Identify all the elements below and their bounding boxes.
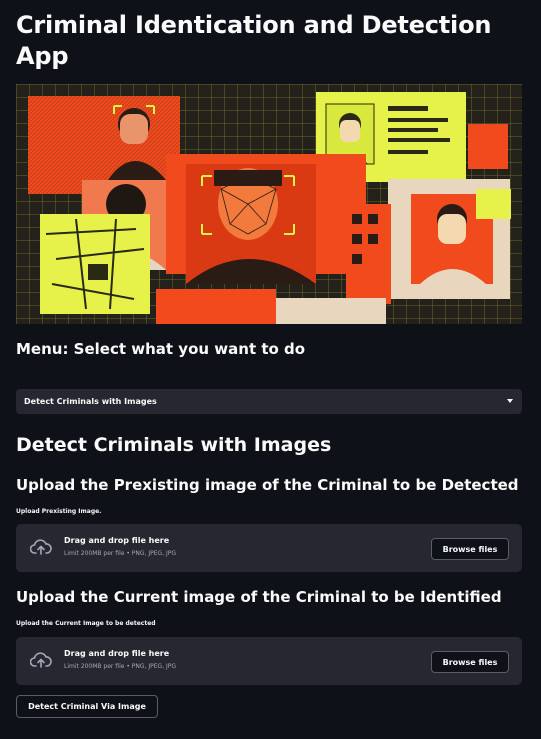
upload-prexisting-heading: Upload the Prexisting image of the Crimi… (16, 476, 519, 494)
app-title: Criminal Identication and Detection App (16, 11, 492, 70)
section-heading: Detect Criminals with Images (16, 434, 332, 456)
chevron-down-icon[interactable] (507, 399, 513, 403)
cloud-upload-icon (30, 652, 52, 668)
dropzone-limit: Limit 200MB per file • PNG, JPEG, JPG (64, 550, 177, 557)
current-dropzone[interactable]: Drag and drop file here Limit 200MB per … (16, 637, 522, 685)
dropzone-title: Drag and drop file here (64, 536, 170, 545)
browse-files-button[interactable]: Browse files (431, 538, 509, 560)
dropzone-limit: Limit 200MB per file • PNG, JPEG, JPG (64, 663, 177, 670)
dropzone-title: Drag and drop file here (64, 649, 170, 658)
prexisting-dropzone[interactable]: Drag and drop file here Limit 200MB per … (16, 524, 522, 572)
cloud-upload-icon (30, 539, 52, 555)
upload-current-label: Upload the Current Image to be detected (16, 620, 156, 627)
hero-illustration (16, 84, 522, 324)
menu-select[interactable]: Detect Criminals with Images (16, 389, 522, 414)
upload-prexisting-label: Upload Prexisting Image. (16, 508, 102, 515)
detect-criminal-button[interactable]: Detect Criminal Via Image (16, 695, 158, 718)
upload-current-heading: Upload the Current image of the Criminal… (16, 588, 502, 606)
menu-label: Menu: Select what you want to do (16, 340, 306, 358)
menu-select-value: Detect Criminals with Images (24, 397, 157, 406)
browse-files-button[interactable]: Browse files (431, 651, 509, 673)
